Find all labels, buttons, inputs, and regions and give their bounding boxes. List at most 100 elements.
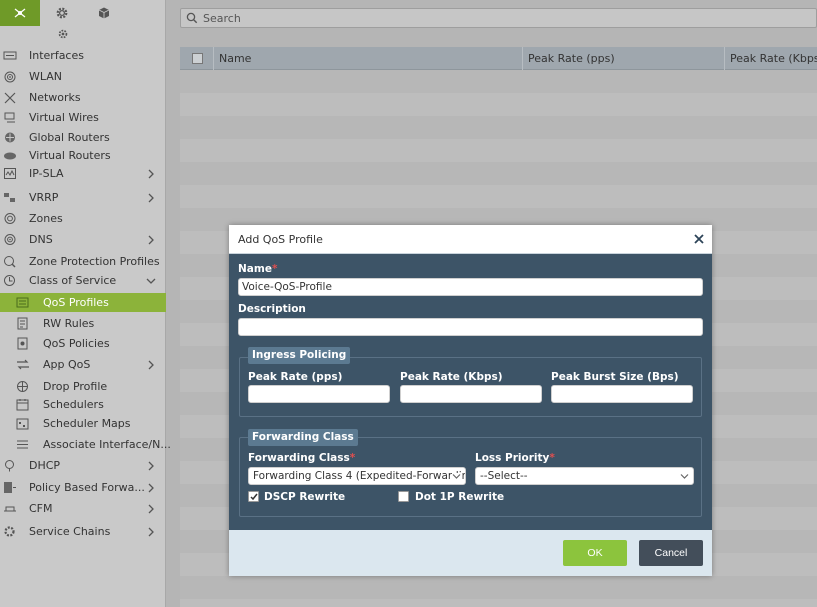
loss-priority-select[interactable]: --Select--: [475, 467, 694, 485]
peak-rate-pps-label: Peak Rate (pps): [248, 371, 343, 383]
grid-header: Name Peak Rate (pps) Peak Rate (Kbps): [180, 47, 817, 70]
sidebar-item-qos-profiles[interactable]: QoS Profiles: [0, 293, 166, 312]
loss-priority-label: Loss Priority*: [475, 452, 555, 464]
search-box[interactable]: [180, 8, 817, 28]
forwarding-class-value: Forwarding Class 4 (Expedited-Forwarding…: [253, 470, 466, 482]
sidebar-item-label: Class of Service: [29, 274, 117, 287]
sidebar-item-interfaces[interactable]: Interfaces: [0, 46, 166, 65]
scheduler-icon: [16, 399, 29, 411]
chevron-right-icon[interactable]: [146, 482, 156, 494]
sidebar-item-label: WLAN: [29, 70, 63, 83]
forwarding-class-label: Forwarding Class*: [248, 452, 355, 464]
sidebar-item-label: Scheduler Maps: [43, 417, 131, 430]
interfaces-icon: [3, 51, 17, 60]
sidebar-item-wlan[interactable]: WLAN: [0, 67, 166, 86]
forwarding-class-label-text: Forwarding Class: [248, 452, 350, 464]
sidebar-item-qos-policies[interactable]: QoS Policies: [0, 334, 166, 353]
virtual-router-icon: [4, 152, 16, 160]
chevron-right-icon[interactable]: [146, 359, 156, 371]
qos-profile-icon: [16, 297, 29, 308]
sidebar-item-label: VRRP: [29, 191, 59, 204]
sidebar-item-rw-rules[interactable]: RW Rules: [0, 314, 166, 333]
zone-protection-icon: [4, 256, 16, 268]
chevron-down-icon: [680, 473, 689, 480]
name-label: Name*: [238, 263, 277, 275]
sidebar-item-networks[interactable]: Networks: [0, 88, 166, 107]
drop-profile-icon: [17, 381, 28, 392]
peak-rate-kbps-input[interactable]: [400, 385, 542, 403]
chevron-right-icon[interactable]: [146, 234, 156, 246]
chevron-down-icon[interactable]: [146, 275, 156, 287]
sidebar-item-global-routers[interactable]: Global Routers: [0, 128, 166, 147]
chevron-right-icon[interactable]: [146, 168, 156, 180]
dialog-title: Add QoS Profile: [238, 233, 323, 246]
sidebar-item-label: Drop Profile: [43, 380, 108, 393]
dscp-rewrite-label: DSCP Rewrite: [264, 491, 346, 503]
sidebar-item-scheduler-maps[interactable]: Scheduler Maps: [0, 414, 166, 433]
network-icon: [4, 92, 16, 104]
sidebar-item-cfm[interactable]: CFM: [0, 499, 166, 518]
sidebar-item-label: Zone Protection Profiles: [29, 255, 160, 268]
dns-icon: [4, 234, 16, 245]
tab-settings[interactable]: [42, 0, 82, 26]
dialog-footer: OK Cancel: [229, 530, 712, 576]
sidebar-item-zones[interactable]: Zones: [0, 209, 166, 228]
description-input[interactable]: [238, 318, 703, 336]
sidebar-item-schedulers[interactable]: Schedulers: [0, 395, 166, 414]
cos-icon: [4, 275, 15, 286]
chevron-right-icon[interactable]: [146, 526, 156, 538]
chevron-right-icon[interactable]: [146, 460, 156, 472]
chevron-right-icon[interactable]: [146, 503, 156, 515]
sidebar-item-zone-protection[interactable]: Zone Protection Profiles: [0, 252, 166, 271]
sidebar-item-app-qos[interactable]: App QoS: [0, 355, 166, 374]
ingress-policing-legend: Ingress Policing: [248, 347, 351, 364]
sidebar-item-dns[interactable]: DNS: [0, 230, 166, 249]
add-qos-profile-dialog: Add QoS Profile Name* Description Ingres…: [229, 225, 712, 576]
column-header-peak-rate-kbps[interactable]: Peak Rate (Kbps): [724, 47, 817, 70]
dot1p-rewrite-label: Dot 1P Rewrite: [415, 491, 505, 503]
sidebar-item-label: Policy Based Forwa...: [29, 481, 145, 494]
sidebar-item-label: App QoS: [43, 358, 91, 371]
sidebar-item-label: IP-SLA: [29, 167, 64, 180]
tab-network[interactable]: [0, 0, 40, 26]
sidebar-item-class-of-service[interactable]: Class of Service: [0, 271, 166, 290]
tab-security[interactable]: [50, 26, 76, 42]
peak-rate-pps-input[interactable]: [248, 385, 390, 403]
column-header-peak-rate-pps[interactable]: Peak Rate (pps): [522, 47, 724, 70]
dialog-header: Add QoS Profile: [229, 225, 712, 254]
ok-button[interactable]: OK: [563, 540, 627, 566]
sidebar-item-label: Zones: [29, 212, 63, 225]
sidebar-item-virtual-wires[interactable]: Virtual Wires: [0, 108, 166, 127]
sidebar-item-label: Interfaces: [29, 49, 84, 62]
required-mark: *: [549, 452, 555, 464]
description-label: Description: [238, 303, 306, 315]
close-icon[interactable]: [694, 234, 704, 244]
sidebar-item-vrrp[interactable]: VRRP: [0, 188, 166, 207]
sla-icon: [4, 168, 16, 179]
search-input[interactable]: [203, 10, 803, 26]
sidebar-item-dhcp[interactable]: DHCP: [0, 456, 166, 475]
cancel-button[interactable]: Cancel: [639, 540, 703, 566]
sidebar-item-ip-sla[interactable]: IP-SLA: [0, 164, 166, 183]
dot1p-rewrite-checkbox[interactable]: [398, 491, 409, 502]
sidebar-item-label: Virtual Wires: [29, 111, 99, 124]
name-input[interactable]: [238, 278, 703, 296]
vrrp-icon: [4, 193, 15, 202]
name-label-text: Name: [238, 263, 272, 275]
sidebar-item-associate-interface[interactable]: Associate Interface/N...: [0, 435, 171, 454]
dhcp-icon: [5, 460, 14, 472]
sidebar-item-drop-profile[interactable]: Drop Profile: [0, 377, 166, 396]
column-header-name[interactable]: Name: [213, 47, 522, 70]
sidebar-item-virtual-routers[interactable]: Virtual Routers: [0, 146, 166, 165]
security-gear-icon: [58, 29, 68, 39]
sidebar-item-service-chains[interactable]: Service Chains: [0, 522, 166, 541]
associate-icon: [17, 440, 28, 449]
tab-objects[interactable]: [84, 0, 124, 26]
select-all-checkbox[interactable]: [192, 53, 203, 64]
dscp-rewrite-checkbox[interactable]: [248, 491, 259, 502]
peak-burst-size-input[interactable]: [551, 385, 693, 403]
wire-icon: [4, 112, 15, 123]
sidebar-item-policy-based-forwarding[interactable]: Policy Based Forwa...: [0, 478, 166, 497]
forwarding-class-select[interactable]: Forwarding Class 4 (Expedited-Forwarding…: [248, 467, 466, 485]
chevron-right-icon[interactable]: [146, 192, 156, 204]
